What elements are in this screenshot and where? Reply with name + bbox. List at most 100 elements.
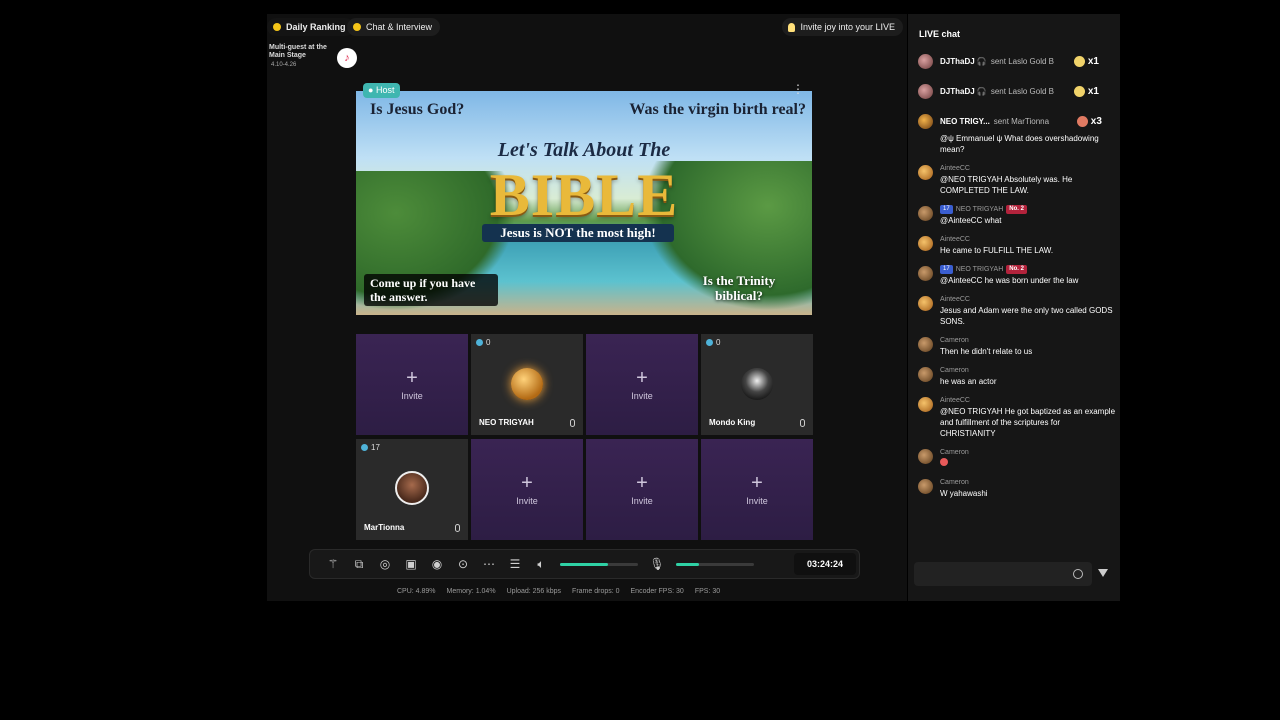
chat-message: 17 NEO TRIGYAH No. 2 @AinteeCC he was born… <box>918 264 1116 286</box>
guest-count: 17 <box>361 443 380 452</box>
guest-name: NEO TRIGYAH <box>479 418 534 427</box>
chat-title: LIVE chat <box>919 29 961 39</box>
settings-sliders-icon[interactable]: ☰ <box>502 551 528 577</box>
avatar <box>918 337 933 352</box>
gift-multiplier: x1 <box>1087 85 1099 97</box>
gift-row: DJThaDJ 🎧 sent Laslo Gold B x1 <box>918 81 1114 101</box>
avatar <box>741 368 773 400</box>
mic-level-fill <box>676 562 700 566</box>
event-dates: 4.10-4.26 <box>271 62 297 68</box>
volume-slider[interactable] <box>560 562 638 566</box>
gift-text: sent Laslo Gold B <box>990 86 1055 96</box>
gift-text: sent Laslo Gold B <box>990 56 1055 66</box>
invite-slot-2[interactable]: + Invite <box>586 334 698 435</box>
chat-message: Cameron <box>918 447 1116 469</box>
volume-slider-fill <box>560 562 609 566</box>
emoji-icon <box>940 458 948 466</box>
chat-message: 17 NEO TRIGYAH No. 2 @AinteeCC what <box>918 204 1116 226</box>
magic-wand-icon[interactable]: ⚚ <box>320 551 346 577</box>
avatar <box>918 479 933 494</box>
chat-interview-button[interactable]: Chat & Interview <box>347 18 441 36</box>
guest-count-value: 17 <box>371 443 380 452</box>
person-icon: ● <box>368 85 374 95</box>
avatar <box>918 83 933 99</box>
invite-slot-1[interactable]: + Invite <box>356 334 468 435</box>
mic-level-slider[interactable] <box>676 562 754 566</box>
rank-badge: No. 2 <box>1006 205 1027 214</box>
control-toolbar: ⚚ ⧉ ◎ ▣ ◉ ⊙ ⋯ ☰ 🔈︎ 🎙︎ 03:24:24 <box>309 549 860 579</box>
event-card[interactable]: Multi-guest at the Main Stage 4.10-4.26 … <box>269 44 361 70</box>
avatar <box>918 206 933 221</box>
gift-text: sent MarTionna <box>993 116 1050 126</box>
message-text <box>940 458 1116 469</box>
daily-ranking-button[interactable]: Daily Ranking <box>267 18 354 36</box>
gift-multiplier: x3 <box>1090 115 1102 127</box>
live-chat-panel: LIVE chat DJThaDJ 🎧 sent Laslo Gold B x1… <box>908 14 1120 601</box>
more-icon[interactable]: ⋯ <box>476 551 502 577</box>
gift-user: DJThaDJ 🎧 <box>940 56 987 66</box>
host-tag: ● Host <box>363 83 401 98</box>
emoji-icon[interactable] <box>1073 569 1083 579</box>
message-text: Then he didn't relate to us <box>940 347 1033 356</box>
plus-icon: + <box>751 472 763 494</box>
invite-joy-label: Invite joy into your LIVE <box>800 22 895 32</box>
guest-tile-neo-trigyah[interactable]: 0 NEO TRIGYAH <box>471 334 583 435</box>
invite-slot-5[interactable]: + Invite <box>701 439 813 540</box>
invite-label: Invite <box>631 391 653 401</box>
invite-label: Invite <box>516 496 538 506</box>
avatar <box>918 165 933 180</box>
chat-message: AinteeCC @NEO TRIGYAH He got baptized as… <box>918 395 1116 439</box>
chat-message: @ψ Emmanuel ψ What does overshadowing me… <box>918 135 1116 155</box>
guest-count: 0 <box>476 338 490 347</box>
filter-icon[interactable] <box>1098 569 1108 577</box>
more-options-icon[interactable]: ⋮ <box>792 82 804 96</box>
chat-input[interactable] <box>914 562 1092 586</box>
plus-icon: + <box>636 472 648 494</box>
gift-multiplier: x1 <box>1087 55 1099 67</box>
guest-tile-martionna[interactable]: 17 MarTionna <box>356 439 468 540</box>
message-text: @NEO TRIGYAH He got baptized as an examp… <box>940 407 1116 438</box>
chat-message: AinteeCC Jesus and Adam were the only tw… <box>918 294 1116 327</box>
trophy-icon <box>273 23 281 31</box>
plus-icon: + <box>521 472 533 494</box>
invite-joy-button[interactable]: Invite joy into your LIVE <box>782 18 903 36</box>
stream-stats: CPU: 4.89% Memory: 1.04% Upload: 256 kbp… <box>397 588 720 595</box>
gift-user: DJThaDJ 🎧 <box>940 86 987 96</box>
layout-icon[interactable]: ▣ <box>398 551 424 577</box>
camera-settings-icon[interactable]: ⊙ <box>450 551 476 577</box>
gift-icon <box>1073 85 1085 97</box>
chat-message: Cameron W yahawashi <box>918 477 1116 499</box>
viewer-icon <box>361 444 368 451</box>
cpu-stat: CPU: 4.89% <box>397 588 436 595</box>
overlay-icon[interactable]: ⧉ <box>346 551 372 577</box>
microphone-icon[interactable]: 🎙︎ <box>644 551 670 577</box>
message-text: He came to FULFILL THE LAW. <box>940 246 1054 255</box>
guest-count-value: 0 <box>486 338 491 347</box>
host-banner: Is Jesus God? Was the virgin birth real?… <box>356 91 812 315</box>
record-icon[interactable]: ◉ <box>424 551 450 577</box>
avatar <box>918 397 933 412</box>
fps-stat: FPS: 30 <box>694 588 721 595</box>
avatar <box>918 236 933 251</box>
invite-slot-4[interactable]: + Invite <box>586 439 698 540</box>
message-author: AinteeCC <box>940 296 970 303</box>
ai-icon[interactable]: ◎ <box>372 551 398 577</box>
speaker-icon[interactable]: 🔈︎ <box>528 551 554 577</box>
host-label: Host <box>375 85 395 95</box>
frame-drops-stat: Frame drops: 0 <box>572 588 620 595</box>
avatar <box>511 368 543 400</box>
level-badge: 17 <box>940 205 953 214</box>
message-author-row: 17 NEO TRIGYAH No. 2 <box>940 204 1116 215</box>
message-author: AinteeCC <box>940 165 970 172</box>
banner-lets-talk: Let's Talk About The <box>497 139 671 161</box>
message-author-row: 17 NEO TRIGYAH No. 2 <box>940 264 1116 275</box>
message-author: Cameron <box>940 449 969 456</box>
guest-tile-mondo-king[interactable]: 0 Mondo King <box>701 334 813 435</box>
guest-count-value: 0 <box>716 338 721 347</box>
message-text: @AinteeCC he was born under the law <box>940 276 1079 285</box>
gift-row: NEO TRIGY... sent MarTionna x3 <box>918 111 1114 131</box>
banner-question-2: Was the virgin birth real? <box>629 101 806 118</box>
gift-row: DJThaDJ 🎧 sent Laslo Gold B x1 <box>918 51 1114 71</box>
invite-slot-3[interactable]: + Invite <box>471 439 583 540</box>
guest-name: Mondo King <box>709 418 756 427</box>
